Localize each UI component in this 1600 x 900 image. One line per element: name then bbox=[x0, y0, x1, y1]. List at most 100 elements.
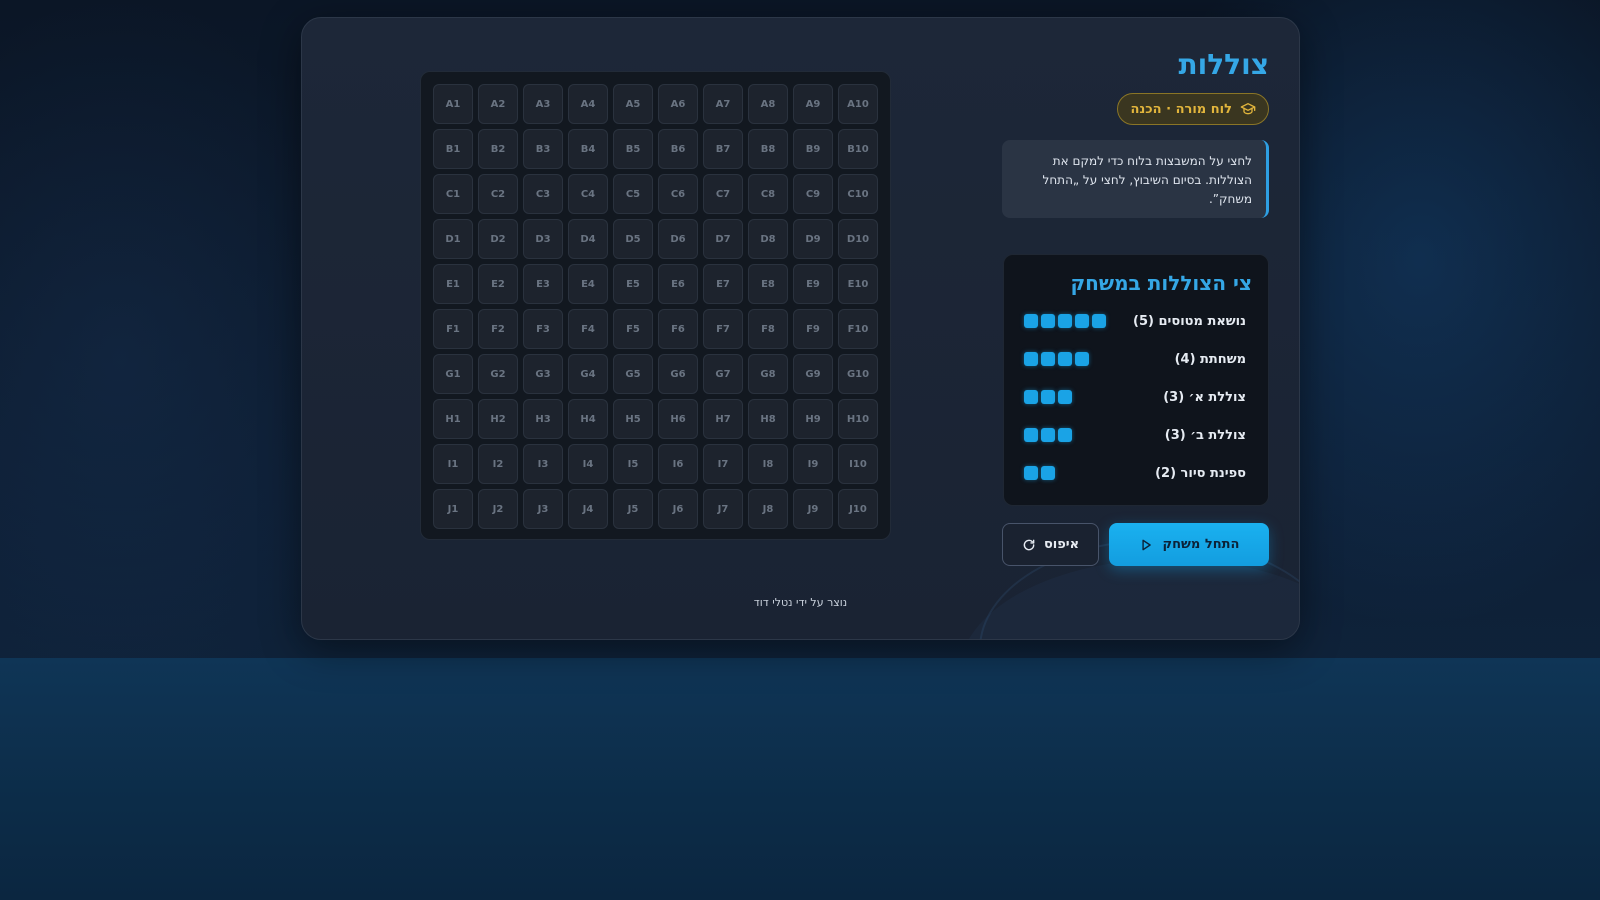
board-cell-A1[interactable]: A1 bbox=[433, 84, 473, 124]
board-cell-B2[interactable]: B2 bbox=[478, 129, 518, 169]
board-cell-H4[interactable]: H4 bbox=[568, 399, 608, 439]
board-cell-D7[interactable]: D7 bbox=[703, 219, 743, 259]
board-cell-G6[interactable]: G6 bbox=[658, 354, 698, 394]
board-cell-J10[interactable]: J10 bbox=[838, 489, 878, 529]
board-cell-C9[interactable]: C9 bbox=[793, 174, 833, 214]
board-cell-E6[interactable]: E6 bbox=[658, 264, 698, 304]
board-cell-F5[interactable]: F5 bbox=[613, 309, 653, 349]
board-cell-B1[interactable]: B1 bbox=[433, 129, 473, 169]
board-cell-C2[interactable]: C2 bbox=[478, 174, 518, 214]
board-cell-G3[interactable]: G3 bbox=[523, 354, 563, 394]
board-cell-I4[interactable]: I4 bbox=[568, 444, 608, 484]
board-cell-C3[interactable]: C3 bbox=[523, 174, 563, 214]
board-cell-A4[interactable]: A4 bbox=[568, 84, 608, 124]
board-cell-A9[interactable]: A9 bbox=[793, 84, 833, 124]
board-cell-I5[interactable]: I5 bbox=[613, 444, 653, 484]
board-cell-A10[interactable]: A10 bbox=[838, 84, 878, 124]
board-cell-B5[interactable]: B5 bbox=[613, 129, 653, 169]
board-cell-E8[interactable]: E8 bbox=[748, 264, 788, 304]
board-cell-B8[interactable]: B8 bbox=[748, 129, 788, 169]
board-cell-J6[interactable]: J6 bbox=[658, 489, 698, 529]
board-cell-D5[interactable]: D5 bbox=[613, 219, 653, 259]
board-cell-C5[interactable]: C5 bbox=[613, 174, 653, 214]
board-cell-E2[interactable]: E2 bbox=[478, 264, 518, 304]
board-cell-F1[interactable]: F1 bbox=[433, 309, 473, 349]
board-cell-H1[interactable]: H1 bbox=[433, 399, 473, 439]
board-cell-D2[interactable]: D2 bbox=[478, 219, 518, 259]
board-cell-J7[interactable]: J7 bbox=[703, 489, 743, 529]
board-cell-G10[interactable]: G10 bbox=[838, 354, 878, 394]
board-cell-C4[interactable]: C4 bbox=[568, 174, 608, 214]
board-cell-B4[interactable]: B4 bbox=[568, 129, 608, 169]
start-game-button[interactable]: התחל משחק bbox=[1109, 523, 1269, 566]
board-cell-J4[interactable]: J4 bbox=[568, 489, 608, 529]
board-cell-H3[interactable]: H3 bbox=[523, 399, 563, 439]
board-cell-B3[interactable]: B3 bbox=[523, 129, 563, 169]
board-cell-F6[interactable]: F6 bbox=[658, 309, 698, 349]
board-cell-F8[interactable]: F8 bbox=[748, 309, 788, 349]
board-cell-J9[interactable]: J9 bbox=[793, 489, 833, 529]
board-cell-D9[interactable]: D9 bbox=[793, 219, 833, 259]
board-cell-C7[interactable]: C7 bbox=[703, 174, 743, 214]
board-cell-B6[interactable]: B6 bbox=[658, 129, 698, 169]
board-cell-H8[interactable]: H8 bbox=[748, 399, 788, 439]
board-cell-C8[interactable]: C8 bbox=[748, 174, 788, 214]
board-cell-J5[interactable]: J5 bbox=[613, 489, 653, 529]
board-cell-F10[interactable]: F10 bbox=[838, 309, 878, 349]
board-cell-E4[interactable]: E4 bbox=[568, 264, 608, 304]
board-cell-F9[interactable]: F9 bbox=[793, 309, 833, 349]
board-cell-J3[interactable]: J3 bbox=[523, 489, 563, 529]
board-cell-A8[interactable]: A8 bbox=[748, 84, 788, 124]
board-cell-I7[interactable]: I7 bbox=[703, 444, 743, 484]
board-cell-E3[interactable]: E3 bbox=[523, 264, 563, 304]
board-cell-G5[interactable]: G5 bbox=[613, 354, 653, 394]
reset-button[interactable]: איפוס bbox=[1002, 523, 1099, 566]
board-cell-H6[interactable]: H6 bbox=[658, 399, 698, 439]
board-cell-A3[interactable]: A3 bbox=[523, 84, 563, 124]
board-cell-G8[interactable]: G8 bbox=[748, 354, 788, 394]
board-cell-H2[interactable]: H2 bbox=[478, 399, 518, 439]
board-cell-D8[interactable]: D8 bbox=[748, 219, 788, 259]
board-cell-C10[interactable]: C10 bbox=[838, 174, 878, 214]
board-cell-J1[interactable]: J1 bbox=[433, 489, 473, 529]
board-cell-C6[interactable]: C6 bbox=[658, 174, 698, 214]
board-cell-G7[interactable]: G7 bbox=[703, 354, 743, 394]
board-cell-E7[interactable]: E7 bbox=[703, 264, 743, 304]
board-cell-E10[interactable]: E10 bbox=[838, 264, 878, 304]
board-cell-F7[interactable]: F7 bbox=[703, 309, 743, 349]
board-cell-B7[interactable]: B7 bbox=[703, 129, 743, 169]
board-cell-F2[interactable]: F2 bbox=[478, 309, 518, 349]
board-cell-I8[interactable]: I8 bbox=[748, 444, 788, 484]
board-cell-I1[interactable]: I1 bbox=[433, 444, 473, 484]
board-cell-I9[interactable]: I9 bbox=[793, 444, 833, 484]
board-cell-G1[interactable]: G1 bbox=[433, 354, 473, 394]
board-cell-B9[interactable]: B9 bbox=[793, 129, 833, 169]
board-cell-D6[interactable]: D6 bbox=[658, 219, 698, 259]
board-cell-I2[interactable]: I2 bbox=[478, 444, 518, 484]
board-cell-F4[interactable]: F4 bbox=[568, 309, 608, 349]
board-cell-D1[interactable]: D1 bbox=[433, 219, 473, 259]
board-cell-E9[interactable]: E9 bbox=[793, 264, 833, 304]
board-cell-D10[interactable]: D10 bbox=[838, 219, 878, 259]
board-cell-J8[interactable]: J8 bbox=[748, 489, 788, 529]
board-cell-G2[interactable]: G2 bbox=[478, 354, 518, 394]
board-cell-A7[interactable]: A7 bbox=[703, 84, 743, 124]
board-cell-D3[interactable]: D3 bbox=[523, 219, 563, 259]
board-cell-G4[interactable]: G4 bbox=[568, 354, 608, 394]
board-cell-B10[interactable]: B10 bbox=[838, 129, 878, 169]
board-cell-A5[interactable]: A5 bbox=[613, 84, 653, 124]
board-cell-I10[interactable]: I10 bbox=[838, 444, 878, 484]
board-cell-I3[interactable]: I3 bbox=[523, 444, 563, 484]
board-cell-H10[interactable]: H10 bbox=[838, 399, 878, 439]
board-cell-E5[interactable]: E5 bbox=[613, 264, 653, 304]
board-cell-H7[interactable]: H7 bbox=[703, 399, 743, 439]
board-cell-G9[interactable]: G9 bbox=[793, 354, 833, 394]
board-cell-A2[interactable]: A2 bbox=[478, 84, 518, 124]
board-cell-E1[interactable]: E1 bbox=[433, 264, 473, 304]
board-cell-F3[interactable]: F3 bbox=[523, 309, 563, 349]
board-cell-D4[interactable]: D4 bbox=[568, 219, 608, 259]
board-cell-C1[interactable]: C1 bbox=[433, 174, 473, 214]
board-cell-H9[interactable]: H9 bbox=[793, 399, 833, 439]
board-cell-H5[interactable]: H5 bbox=[613, 399, 653, 439]
board-cell-I6[interactable]: I6 bbox=[658, 444, 698, 484]
